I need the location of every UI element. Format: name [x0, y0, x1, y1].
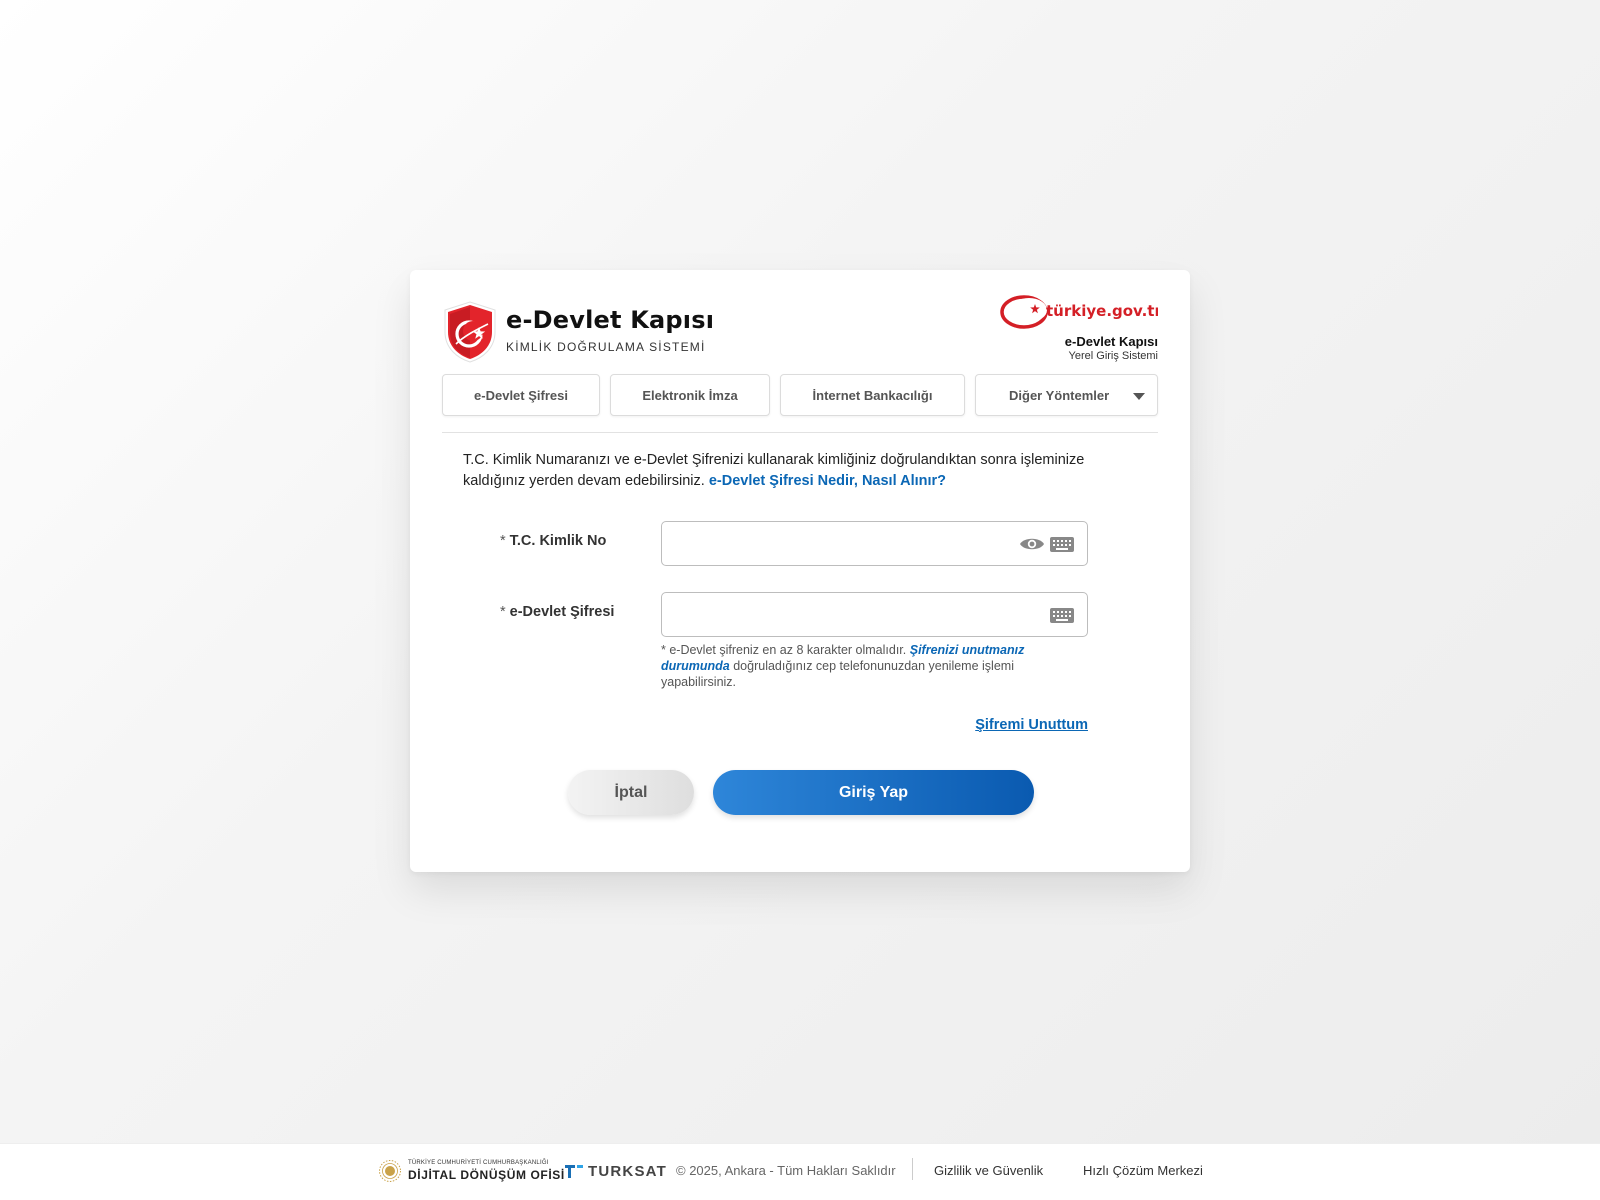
portal-subtitle: Yerel Giriş Sistemi	[1068, 350, 1158, 362]
ddo-name: DİJİTAL DÖNÜŞÜM OFİSİ	[408, 1168, 565, 1182]
tab-diger-yontemler-label: Diğer Yöntemler	[1009, 387, 1110, 403]
edevlet-brand: e-Devlet Kapısı KİMLİK DOĞRULAMA SİSTEMİ	[442, 300, 722, 363]
privacy-security-link[interactable]: Gizlilik ve Güvenlik	[934, 1163, 1043, 1178]
copyright-text: © 2025, Ankara - Tüm Hakları Saklıdır	[676, 1163, 896, 1178]
virtual-keyboard-icon[interactable]	[1049, 605, 1075, 625]
quick-solution-center-link[interactable]: Hızlı Çözüm Merkezi	[1083, 1163, 1203, 1178]
brand-subtitle: KİMLİK DOĞRULAMA SİSTEMİ	[506, 340, 706, 354]
forgot-password-link[interactable]: Şifremi Unuttum	[975, 717, 1088, 733]
turkiye-gov-logo-text: türkiye.gov.tr	[1046, 302, 1158, 320]
tab-internet-bankaciligi[interactable]: İnternet Bankacılığı	[780, 374, 965, 416]
edevlet-sifresi-label: * e-Devlet Şifresi	[500, 604, 614, 620]
required-mark: *	[500, 533, 506, 549]
tab-diger-yontemler-dropdown[interactable]: Diğer Yöntemler	[975, 374, 1158, 416]
edevlet-shield-logo-icon	[444, 301, 496, 363]
turksat-mark-icon	[565, 1165, 583, 1178]
tab-elektronik-imza[interactable]: Elektronik İmza	[610, 374, 770, 416]
caret-down-icon	[1133, 393, 1145, 400]
tabs-divider	[442, 432, 1158, 433]
password-hint: * e-Devlet şifreniz en az 8 karakter olm…	[661, 642, 1061, 690]
tab-edevlet-sifresi[interactable]: e-Devlet Şifresi	[442, 374, 600, 416]
tc-kimlik-label: * T.C. Kimlik No	[500, 533, 606, 549]
edevlet-sifresi-field	[661, 592, 1088, 637]
login-card: e-Devlet Kapısı KİMLİK DOĞRULAMA SİSTEMİ…	[410, 270, 1190, 872]
required-mark: *	[500, 604, 506, 620]
footer-separator	[912, 1158, 913, 1180]
intro-text: T.C. Kimlik Numaranızı ve e-Devlet Şifre…	[463, 450, 1103, 492]
cancel-button[interactable]: İptal	[568, 770, 694, 815]
page-footer: TÜRKİYE CUMHURİYETİ CUMHURBAŞKANLIĞI DİJ…	[0, 1143, 1600, 1200]
portal-title: e-Devlet Kapısı	[1064, 334, 1158, 349]
sun-emblem-icon	[379, 1160, 401, 1182]
virtual-keyboard-icon[interactable]	[1049, 534, 1075, 554]
hint-prefix: * e-Devlet şifreniz en az 8 karakter olm…	[661, 643, 907, 657]
edevlet-sifresi-info-link[interactable]: e-Devlet Şifresi Nedir, Nasıl Alınır?	[709, 473, 946, 489]
turkiye-gov-logo-icon: türkiye.gov.tr	[1000, 295, 1158, 329]
edevlet-sifresi-label-text: e-Devlet Şifresi	[509, 604, 615, 620]
dijital-donusum-ofisi-logo: TÜRKİYE CUMHURİYETİ CUMHURBAŞKANLIĞI DİJ…	[378, 1156, 564, 1186]
turksat-text: TURKSAT	[588, 1162, 667, 1180]
turkiye-gov-brand: türkiye.gov.tr e-Devlet Kapısı Yerel Gir…	[988, 292, 1158, 362]
login-method-tabs: e-Devlet Şifresi Elektronik İmza İnterne…	[442, 374, 1158, 416]
tc-kimlik-field	[661, 521, 1088, 566]
tc-kimlik-label-text: T.C. Kimlik No	[509, 533, 607, 549]
eye-icon[interactable]	[1019, 534, 1045, 554]
turksat-logo: TURKSAT	[564, 1160, 667, 1182]
brand-title: e-Devlet Kapısı	[506, 306, 715, 334]
login-button[interactable]: Giriş Yap	[713, 770, 1034, 815]
edevlet-sifresi-input[interactable]	[662, 593, 1087, 636]
ddo-caption: TÜRKİYE CUMHURİYETİ CUMHURBAŞKANLIĞI	[408, 1160, 549, 1166]
